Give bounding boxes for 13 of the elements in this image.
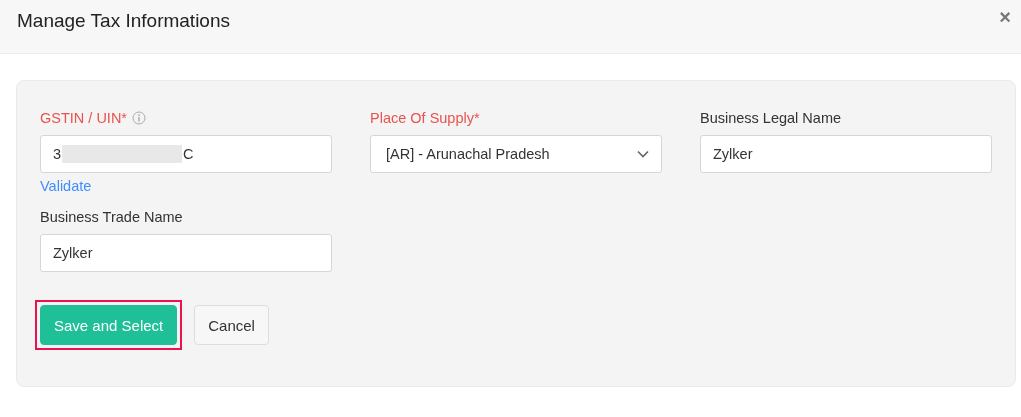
chevron-down-icon	[637, 150, 649, 158]
field-label: GSTIN / UIN*	[40, 110, 127, 126]
window-title: Manage Tax Informations	[17, 9, 230, 32]
close-button[interactable]: ×	[995, 6, 1015, 29]
input-field[interactable]: Zylker	[700, 135, 992, 173]
input-field[interactable]: Zylker	[40, 234, 332, 272]
field-label: Business Legal Name	[700, 110, 842, 126]
place-of-supply-dropdown[interactable]: [AR] - Arunachal Pradesh	[370, 135, 662, 173]
cancel-button[interactable]: Cancel	[194, 305, 269, 345]
input-field[interactable]: 3 C	[40, 135, 332, 173]
info-icon[interactable]	[132, 111, 146, 125]
field-label: Business Trade Name	[40, 209, 183, 225]
field-label: Place Of Supply*	[370, 110, 480, 126]
